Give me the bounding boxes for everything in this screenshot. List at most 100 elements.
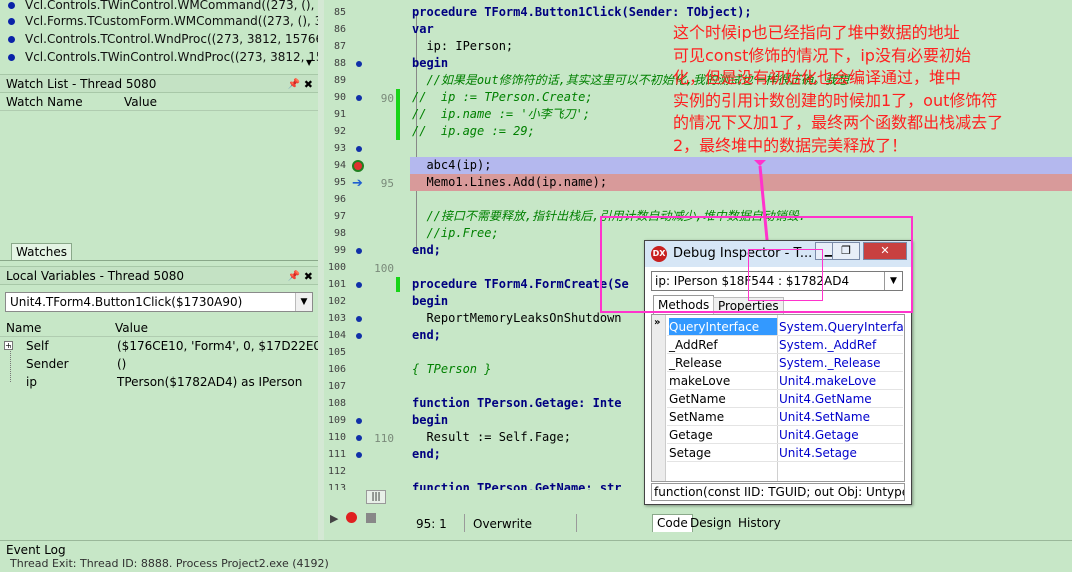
method-name: _Release bbox=[669, 356, 722, 370]
method-name: Setage bbox=[669, 446, 712, 460]
code-text: end; bbox=[412, 328, 441, 342]
horizontal-scrollbar[interactable]: ||| bbox=[366, 490, 386, 504]
line-number: 88 bbox=[333, 58, 346, 69]
method-row[interactable]: makeLove Unit4.makeLove bbox=[667, 372, 903, 390]
scroll-down-icon[interactable]: ▼ bbox=[306, 58, 312, 67]
breakpoint-dot-icon[interactable] bbox=[356, 146, 362, 152]
watch-name-header[interactable]: Watch Name bbox=[6, 94, 83, 111]
method-impl: System._AddRef bbox=[779, 338, 877, 352]
code-text: begin bbox=[412, 413, 449, 427]
code-text: // ip.name := '小李飞刀'; bbox=[412, 107, 591, 121]
close-icon[interactable]: ✖ bbox=[304, 267, 313, 286]
line-number: 86 bbox=[333, 24, 346, 35]
annotation-line: 实例的引用计数创建的时候加1了，out修饰符 bbox=[673, 90, 998, 110]
call-stack-text: Vcl.Controls.TWinControl.WMCommand((273,… bbox=[25, 0, 318, 12]
call-stack-text: Vcl.Forms.TCustomForm.WMCommand((273, ()… bbox=[25, 14, 318, 28]
call-stack-row[interactable]: Vcl.Forms.TCustomForm.WMCommand((273, ()… bbox=[0, 12, 318, 30]
tree-line bbox=[10, 346, 11, 382]
pin-icon[interactable]: 📌 bbox=[288, 267, 300, 286]
watch-list-title: Watch List - Thread 5080 📌 ✖ bbox=[0, 74, 318, 93]
tab-history[interactable]: History bbox=[738, 516, 781, 530]
breakpoint-dot-icon[interactable] bbox=[356, 95, 362, 101]
editor-gutter[interactable]: 85 86 87 88 89 90 91 92 93 94 95 96 97 98 99 100 101 102 1… bbox=[324, 0, 410, 512]
call-stack-row[interactable]: Vcl.Controls.TWinControl.WndProc((273, 3… bbox=[0, 48, 318, 66]
code-text: begin bbox=[412, 294, 449, 308]
method-impl: System.QueryInterface bbox=[779, 320, 903, 334]
annotation-line: 这个时候ip也已经指向了堆中数据的地址 bbox=[673, 23, 960, 42]
method-row[interactable]: Getage Unit4.Getage bbox=[667, 426, 903, 444]
breakpoint-dot-icon[interactable] bbox=[356, 248, 362, 254]
breakpoint-dot-icon[interactable] bbox=[356, 316, 362, 322]
method-row[interactable]: _Release System._Release bbox=[667, 354, 903, 372]
method-row[interactable]: SetName Unit4.SetName bbox=[667, 408, 903, 426]
value-column-header[interactable]: Value bbox=[115, 320, 148, 337]
annotation-line: 2，最终堆中的数据完美释放了！ bbox=[673, 135, 908, 155]
event-log-title: Event Log bbox=[6, 543, 66, 557]
breakpoint-dot-icon[interactable] bbox=[356, 435, 362, 441]
line-number: 99 bbox=[333, 245, 346, 256]
code-text: Result := Self.Fage; bbox=[412, 430, 571, 444]
method-row[interactable]: Setage Unit4.Setage bbox=[667, 444, 903, 462]
close-icon[interactable]: ✖ bbox=[304, 75, 313, 94]
code-text: // ip := TPerson.Create; bbox=[412, 90, 593, 104]
stop-icon[interactable] bbox=[366, 513, 376, 523]
var-name: ip bbox=[26, 375, 37, 389]
tab-watches[interactable]: Watches bbox=[11, 243, 72, 261]
table-row[interactable]: ip TPerson($1782AD4) as IPerson bbox=[0, 373, 318, 391]
code-text: end; bbox=[412, 447, 441, 461]
annotation-text: 这个时候ip也已经指向了堆中数据的地址 可见const修饰的情况下，ip没有必要… bbox=[673, 22, 1068, 157]
play-icon[interactable]: ▶ bbox=[330, 512, 338, 525]
name-column-header[interactable]: Name bbox=[6, 320, 41, 337]
annotation-line: 的情况下又加1了，最终两个函数都出栈减去了 bbox=[673, 113, 1004, 132]
tab-design[interactable]: Design bbox=[690, 516, 731, 530]
annotation-line: 化，但是没有初始化也会编译通过，堆中 bbox=[673, 68, 962, 87]
code-text: ReportMemoryLeaksOnShutdown bbox=[412, 311, 622, 325]
line-number: 109 bbox=[327, 415, 346, 426]
code-text: { TPerson } bbox=[412, 362, 492, 376]
line-number: 92 bbox=[333, 126, 346, 137]
var-value: ($176CE10, 'Form4', 0, $17D22E0, nil, bbox=[117, 339, 318, 353]
watch-value-header[interactable]: Value bbox=[124, 94, 157, 111]
divider bbox=[0, 260, 318, 261]
watch-list-body[interactable] bbox=[0, 112, 318, 242]
line-number: 104 bbox=[327, 330, 346, 341]
scope-select[interactable]: Unit4.TForm4.Button1Click($1730A90) ▼ bbox=[5, 292, 313, 312]
breakpoint-dot-icon[interactable] bbox=[356, 452, 362, 458]
pin-icon[interactable]: 📌 bbox=[288, 75, 300, 94]
frame-icon bbox=[8, 36, 15, 43]
code-text: //ip.Free; bbox=[412, 226, 499, 240]
table-row[interactable]: + Self ($176CE10, 'Form4', 0, $17D22E0, … bbox=[0, 337, 318, 355]
line-number: 98 bbox=[333, 228, 346, 239]
call-stack-text: Vcl.Controls.TControl.WndProc((273, 3812… bbox=[25, 32, 318, 46]
method-impl: Unit4.GetName bbox=[779, 392, 872, 406]
local-variables-title-text: Local Variables - Thread 5080 bbox=[6, 269, 185, 283]
event-log-line[interactable]: Thread Exit: Thread ID: 8888. Process Pr… bbox=[10, 557, 329, 570]
line-marker: 100 bbox=[374, 262, 394, 275]
cursor-position: 95: 1 bbox=[416, 517, 447, 531]
line-marker: 95 bbox=[380, 177, 394, 190]
chevron-down-icon[interactable]: ▼ bbox=[295, 293, 312, 311]
frame-icon bbox=[8, 2, 15, 9]
breakpoint-check-icon[interactable] bbox=[352, 160, 364, 172]
breakpoint-dot-icon[interactable] bbox=[356, 61, 362, 67]
method-name: GetName bbox=[669, 392, 726, 406]
method-row[interactable]: _AddRef System._AddRef bbox=[667, 336, 903, 354]
table-row[interactable]: Sender () bbox=[0, 355, 318, 373]
method-row[interactable]: QueryInterfaceSystem.QueryInterface bbox=[667, 318, 903, 336]
line-number: 87 bbox=[333, 41, 346, 52]
code-line[interactable]: procedure TForm4.Button1Click(Sender: TO… bbox=[410, 4, 1072, 21]
tab-code[interactable]: Code bbox=[652, 514, 693, 532]
breakpoint-dot-icon[interactable] bbox=[356, 282, 362, 288]
record-icon[interactable] bbox=[346, 512, 357, 523]
row-indicator-icon: » bbox=[654, 317, 661, 328]
breakpoint-dot-icon[interactable] bbox=[356, 333, 362, 339]
code-text: end; bbox=[412, 243, 441, 257]
watch-list-title-text: Watch List - Thread 5080 bbox=[6, 77, 157, 91]
method-impl: Unit4.SetName bbox=[779, 410, 870, 424]
breakpoint-dot-icon[interactable] bbox=[356, 418, 362, 424]
local-variables-header: Name Value bbox=[0, 320, 318, 337]
call-stack-row[interactable]: Vcl.Controls.TControl.WndProc((273, 3812… bbox=[0, 30, 318, 48]
expand-icon[interactable]: + bbox=[4, 341, 13, 350]
line-number: 97 bbox=[333, 211, 346, 222]
method-row[interactable]: GetName Unit4.GetName bbox=[667, 390, 903, 408]
